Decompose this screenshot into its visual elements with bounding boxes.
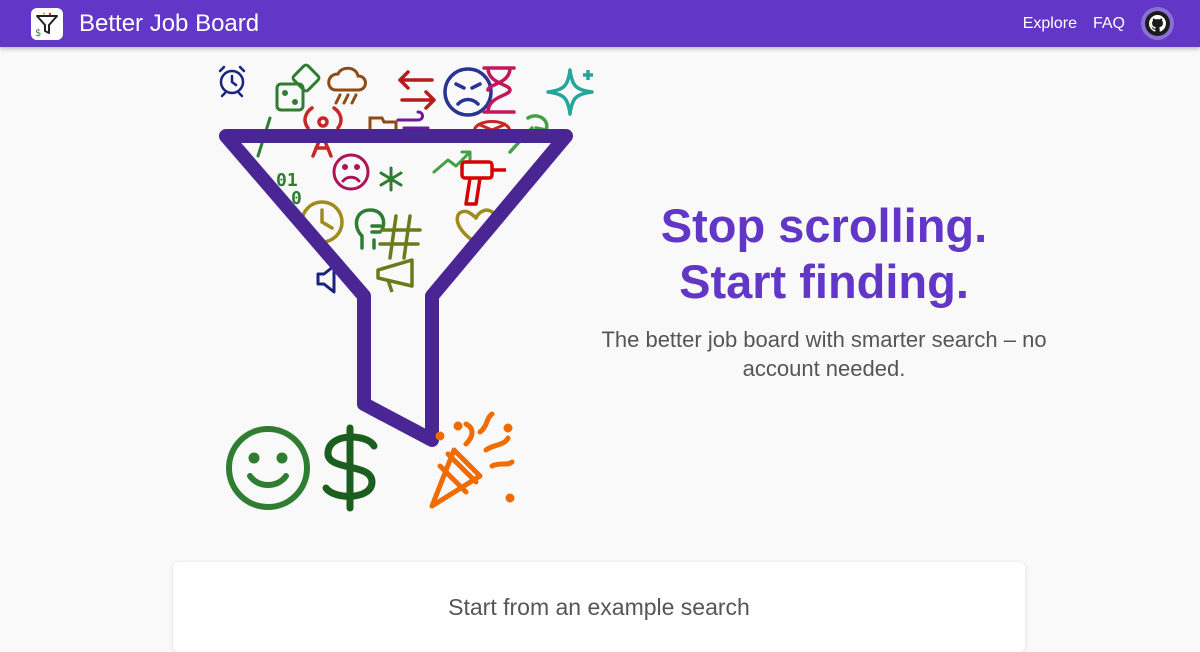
dice-icon [275,63,321,112]
hourglass-icon [482,66,516,114]
sad-face-icon [332,153,370,191]
head-icon [354,208,386,250]
top-app-bar: $ Better Job Board Explore FAQ [0,0,1200,47]
alarm-clock-icon [218,65,246,98]
hash-icon [378,214,422,260]
hero-headline: Stop scrolling. Start finding. [600,198,1048,310]
headline-line-1: Stop scrolling. [660,199,988,252]
home-link[interactable]: $ Better Job Board [31,7,259,40]
angry-face-icon [443,67,493,117]
example-searches-card: Start from an example search [173,562,1025,652]
nav-explore-link[interactable]: Explore [1023,15,1077,33]
app-name: Better Job Board [79,10,260,37]
nav-faq-link[interactable]: FAQ [1093,15,1125,33]
dollar-icon [322,424,378,512]
swap-arrows-icon [398,70,436,110]
party-popper-icon [429,411,515,509]
github-link[interactable] [1141,7,1174,40]
antenna-icon [303,106,343,130]
wind-icon [396,110,430,130]
asterisk-icon [379,166,403,192]
cloud-rain-icon [327,66,367,105]
drill-icon [460,160,506,206]
svg-text:$: $ [35,28,41,37]
github-icon [1145,11,1170,36]
smile-icon [226,426,310,510]
hero-illustration: 01 0 [218,63,594,512]
speaker-icon [316,264,336,294]
headline-line-2: Start finding. [679,255,969,308]
megaphone-icon [376,258,414,293]
example-searches-title: Start from an example search [448,594,750,620]
hero-subtitle: The better job board with smarter search… [601,327,1047,381]
funnel-logo-icon: $ [31,7,63,40]
sparkle-icon [546,68,594,116]
main-nav: Explore FAQ [1023,7,1174,40]
